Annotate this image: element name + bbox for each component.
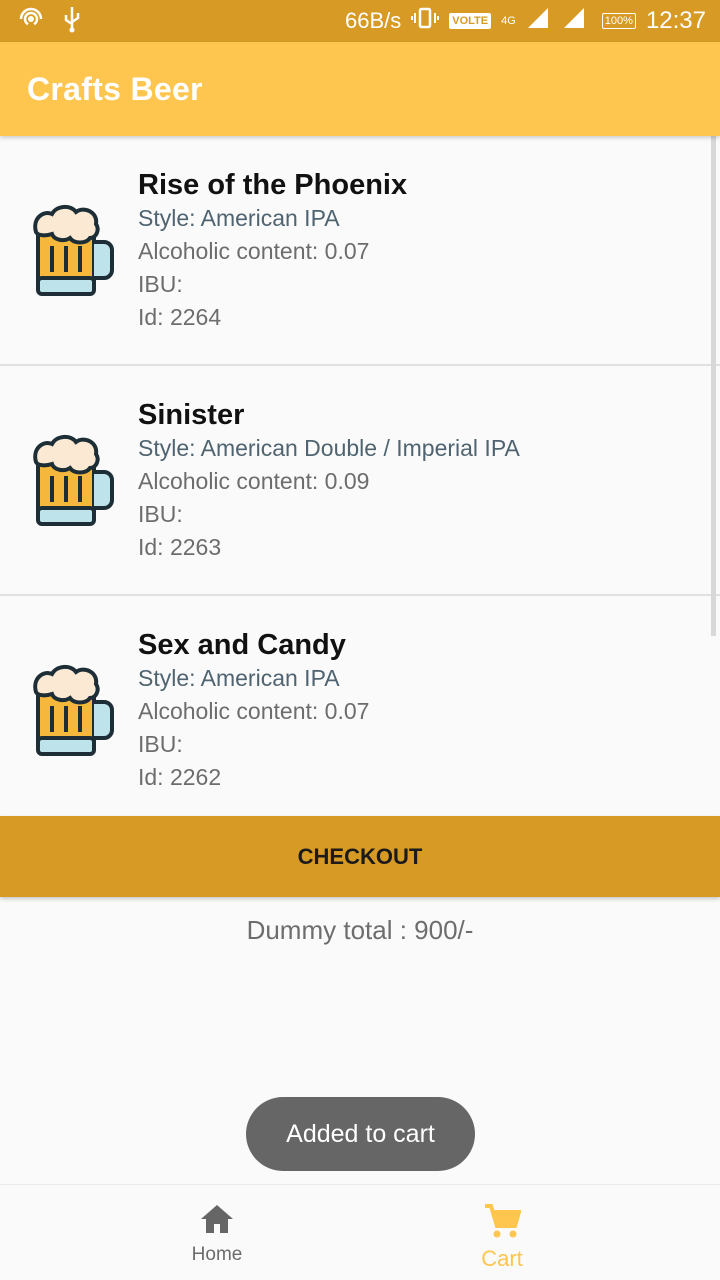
nav-cart[interactable]: Cart [422, 1185, 582, 1280]
beer-name: Rise of the Phoenix [138, 169, 408, 201]
cart-icon [483, 1203, 522, 1244]
beer-ibu: IBU: [138, 731, 183, 757]
beer-style: Style: American Double / Imperial IPA [138, 435, 520, 461]
beer-list[interactable]: Rise of the Phoenix Style: American IPA … [0, 136, 720, 816]
beer-id: Id: 2264 [138, 304, 222, 330]
beer-style: Style: American IPA [138, 665, 340, 691]
signal-icon-2 [562, 6, 592, 36]
status-bar: 66B/s VOLTE 4G 100% 12:37 [0, 0, 720, 42]
network-type: 4G [501, 14, 516, 27]
beer-name: Sex and Candy [138, 629, 346, 661]
vibrate-icon [411, 6, 440, 36]
hotspot-icon [18, 6, 44, 37]
list-item[interactable]: Rise of the Phoenix Style: American IPA … [0, 136, 720, 366]
signal-icon [526, 6, 552, 36]
beer-style: Style: American IPA [138, 205, 340, 231]
beer-mug-icon [30, 432, 116, 528]
beer-abv: Alcoholic content: 0.07 [138, 238, 370, 264]
home-icon [199, 1203, 235, 1240]
beer-mug-icon [30, 202, 116, 298]
list-item[interactable]: Sex and Candy Style: American IPA Alcoho… [0, 596, 720, 816]
checkout-button[interactable]: CHECKOUT [0, 816, 720, 897]
clock: 12:37 [645, 7, 706, 34]
beer-abv: Alcoholic content: 0.07 [138, 698, 370, 724]
usb-icon [62, 5, 82, 38]
battery-indicator: 100% [601, 13, 636, 29]
dummy-total: Dummy total : 900/- [246, 915, 474, 945]
beer-id: Id: 2262 [138, 764, 222, 790]
beer-mug-icon [30, 662, 116, 758]
beer-ibu: IBU: [138, 501, 183, 527]
nav-cart-label: Cart [481, 1246, 523, 1271]
network-speed: 66B/s [344, 8, 402, 33]
scrollbar[interactable] [711, 136, 716, 636]
list-item[interactable]: Sinister Style: American Double / Imperi… [0, 366, 720, 596]
volte-badge: VOLTE [449, 13, 492, 29]
app-title: Crafts Beer [27, 70, 203, 107]
nav-home[interactable]: Home [137, 1185, 297, 1280]
nav-home-label: Home [191, 1244, 243, 1265]
beer-abv: Alcoholic content: 0.09 [138, 468, 370, 494]
bottom-navigation: Home Cart [0, 1184, 720, 1280]
beer-name: Sinister [138, 399, 245, 431]
app-bar: Crafts Beer [0, 42, 720, 136]
beer-id: Id: 2263 [138, 534, 222, 560]
beer-ibu: IBU: [138, 271, 183, 297]
toast-message: Added to cart [246, 1097, 475, 1171]
